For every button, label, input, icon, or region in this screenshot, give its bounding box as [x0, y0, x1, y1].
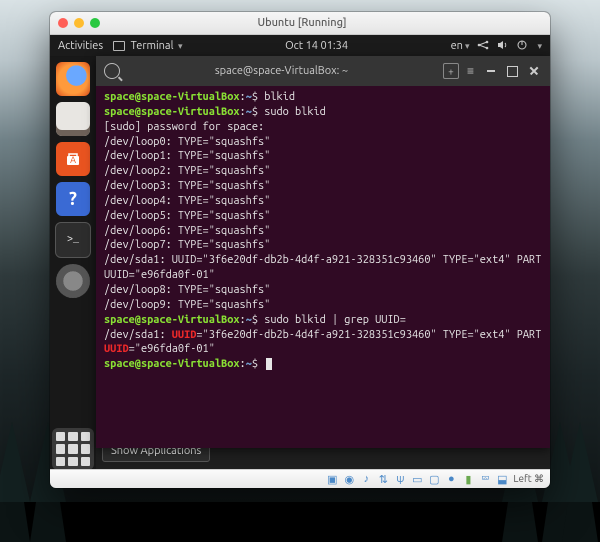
virtualbox-status-bar: ▣ ◉ ♪ ⇅ ψ ▭ ▢ ● ▮ ⮹ ⬓ Left ⌘	[50, 469, 550, 488]
vb-host-key[interactable]: Left ⌘	[513, 473, 544, 485]
input-source-indicator[interactable]: en▾	[451, 40, 470, 52]
chevron-down-icon: ▾	[537, 41, 542, 52]
activities-button[interactable]: Activities	[58, 40, 103, 52]
app-menu-label: Terminal	[131, 40, 174, 52]
vb-display-icon[interactable]: ▢	[428, 473, 440, 485]
vb-optical-icon[interactable]: ◉	[343, 473, 355, 485]
vb-hdd-icon[interactable]: ▣	[326, 473, 338, 485]
ubuntu-software-launcher[interactable]: A	[56, 142, 90, 176]
terminal-body[interactable]: space@space-VirtualBox:~$ blkidspace@spa…	[96, 86, 550, 448]
window-controls	[50, 18, 108, 28]
network-icon[interactable]	[477, 40, 489, 53]
gnome-top-bar: Activities Terminal ▾ Oct 14 01:34 en▾ ▾	[50, 35, 550, 57]
search-icon[interactable]	[104, 63, 120, 79]
power-icon[interactable]	[517, 40, 527, 53]
volume-icon[interactable]	[497, 40, 509, 53]
vb-network-icon[interactable]: ⇅	[377, 473, 389, 485]
help-launcher[interactable]: ?	[56, 182, 90, 216]
new-tab-button[interactable]	[443, 63, 459, 79]
vb-usb-icon[interactable]: ψ	[394, 473, 406, 485]
vb-shared-folders-icon[interactable]: ▭	[411, 473, 423, 485]
vb-recording-icon[interactable]: ●	[445, 473, 457, 485]
svg-text:A: A	[70, 155, 76, 165]
terminal-close-button[interactable]	[526, 63, 542, 79]
host-titlebar[interactable]: Ubuntu [Running]	[50, 12, 550, 35]
terminal-maximize-button[interactable]	[507, 66, 518, 77]
gnome-terminal-window: space@space-VirtualBox: ~ ≡ space@space-…	[96, 56, 550, 448]
host-close-button[interactable]	[58, 18, 68, 28]
firefox-launcher[interactable]	[56, 62, 90, 96]
terminal-minimize-button[interactable]	[483, 63, 499, 79]
ubuntu-dock: A ? >_ Show Applications	[50, 56, 96, 470]
terminal-headerbar[interactable]: space@space-VirtualBox: ~ ≡	[96, 56, 550, 86]
terminal-title: space@space-VirtualBox: ~	[128, 65, 435, 77]
host-zoom-button[interactable]	[90, 18, 100, 28]
clock[interactable]: Oct 14 01:34	[285, 40, 348, 52]
vb-mouse-icon[interactable]: ⮹	[479, 473, 491, 485]
vb-audio-icon[interactable]: ♪	[360, 473, 372, 485]
show-applications-button[interactable]	[52, 428, 94, 470]
vb-keyboard-icon[interactable]: ⬓	[496, 473, 508, 485]
app-menu[interactable]: Terminal ▾	[113, 40, 182, 52]
terminal-icon	[113, 41, 125, 51]
virtualbox-window: Ubuntu [Running] Activities Terminal ▾ O…	[50, 12, 550, 488]
files-launcher[interactable]	[56, 102, 90, 136]
host-minimize-button[interactable]	[74, 18, 84, 28]
settings-launcher[interactable]	[56, 264, 90, 298]
chevron-down-icon: ▾	[178, 41, 183, 51]
vb-cpu-icon[interactable]: ▮	[462, 473, 474, 485]
host-window-title: Ubuntu [Running]	[108, 17, 496, 29]
terminal-launcher[interactable]: >_	[55, 222, 91, 258]
hamburger-menu-icon[interactable]: ≡	[467, 64, 475, 78]
lang-label: en	[451, 40, 463, 52]
